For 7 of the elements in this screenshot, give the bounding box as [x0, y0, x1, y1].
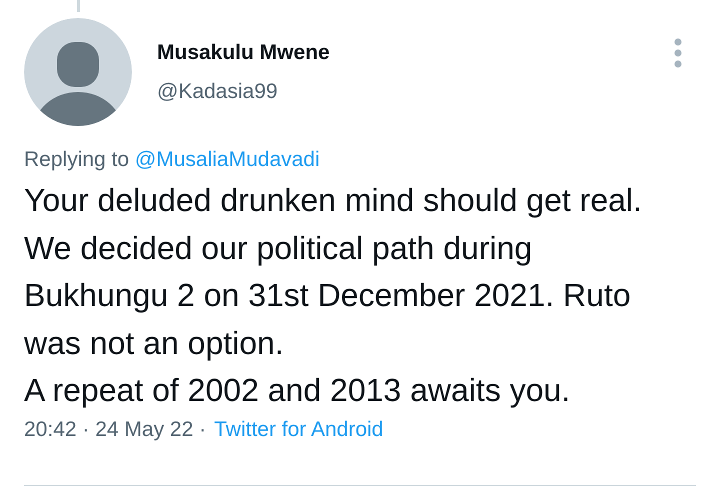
tweet-text: Your deluded drunken mind should get real. We decided our political path during Bukhungu 2 on 31st December 2021. Ruto was not an option. [24, 181, 643, 363]
avatar-icon[interactable] [24, 18, 132, 126]
tweet-timestamp: 20:42 · 24 May 22 · [24, 416, 206, 442]
author-name[interactable]: Musakulu Mwene [157, 40, 330, 66]
replying-to-label: Replying to [24, 148, 130, 171]
tweet-text: A repeat of 2002 and 2013 awaits you. [24, 371, 572, 410]
author-handle[interactable]: @Kadasia99 [157, 79, 330, 105]
